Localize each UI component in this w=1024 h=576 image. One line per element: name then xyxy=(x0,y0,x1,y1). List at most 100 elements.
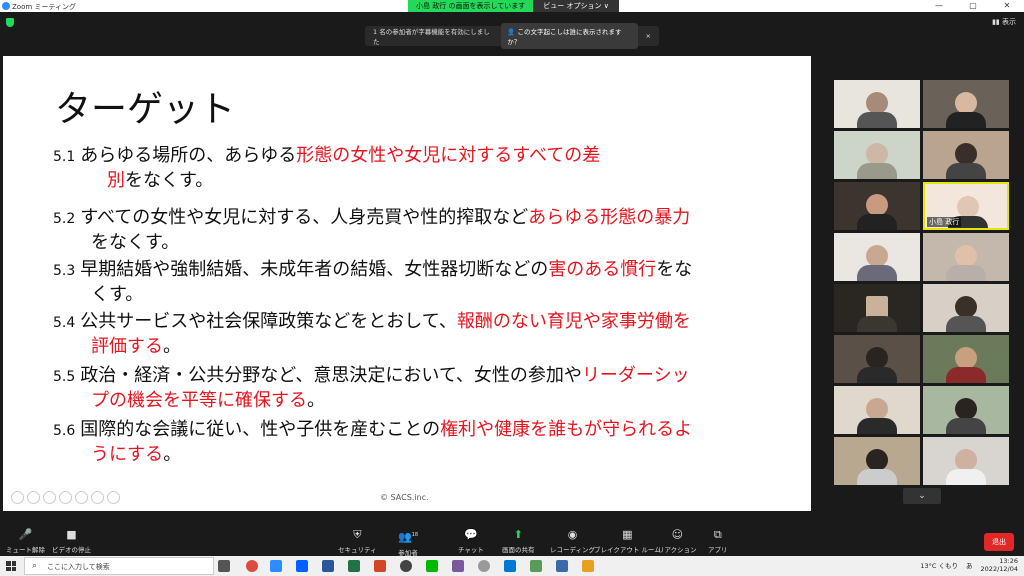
share-screen-button[interactable]: ⬆ 画面の共有 xyxy=(502,528,535,554)
participant-tile[interactable] xyxy=(923,80,1009,128)
record-button[interactable]: ◉ レコーディング xyxy=(550,528,595,554)
zoom-logo-icon xyxy=(2,2,10,10)
participant-tile[interactable] xyxy=(834,335,920,383)
participant-tile[interactable] xyxy=(923,437,1009,485)
item-highlight: 別 xyxy=(107,170,125,191)
item-text: をなくす。 xyxy=(125,170,214,191)
apps-label: アプリ xyxy=(708,546,728,554)
view-button[interactable] xyxy=(59,491,72,504)
clock-date: 2022/12/04 xyxy=(980,565,1018,573)
breakout-rooms-button[interactable]: ▦ ブレイクアウト ルーム xyxy=(594,528,661,554)
participant-tile[interactable] xyxy=(923,335,1009,383)
target-item: 5.2 すべての女性や女児に対する、人身売買や性的搾取などあらゆる形態の暴力 をな… xyxy=(53,206,793,255)
item-text: をな xyxy=(656,259,693,280)
apps-button[interactable]: ⧉ アプリ xyxy=(708,528,728,554)
caption-close-button[interactable]: × xyxy=(646,32,651,40)
app-icon[interactable] xyxy=(530,560,542,572)
dropbox-icon[interactable] xyxy=(296,560,308,572)
ime-indicator[interactable]: あ xyxy=(966,560,973,570)
start-button[interactable] xyxy=(6,561,16,571)
target-item: 5.6 国際的な会議に従い、性や子供を産むことの権利や健康を誰もが守られるよ うに… xyxy=(53,418,793,467)
stop-video-button[interactable]: ■ ビデオの停止 xyxy=(52,528,91,554)
window-controls: — ▢ ✕ xyxy=(922,0,1024,12)
participant-tile[interactable] xyxy=(834,386,920,434)
microphone-muted-icon: 🎤 xyxy=(18,528,33,541)
participant-tile[interactable] xyxy=(923,386,1009,434)
gallery-scroll-down-button[interactable]: ⌄ xyxy=(903,488,941,504)
caption-notice: 1 名の参加者が字幕機能を有効にしました xyxy=(373,28,490,46)
participant-tile[interactable] xyxy=(923,284,1009,332)
app-icon[interactable] xyxy=(478,560,490,572)
system-tray: 13°C くもり あ 13:26 2022/12/04 xyxy=(920,557,1018,573)
powerpoint-icon[interactable] xyxy=(374,560,386,572)
display-button[interactable]: ▮▮ 表示 xyxy=(992,17,1016,27)
shield-icon[interactable] xyxy=(6,18,14,27)
task-view-icon[interactable] xyxy=(218,560,230,572)
item-text: くす。 xyxy=(91,284,144,305)
chat-button[interactable]: 💬 チャット xyxy=(458,528,484,554)
item-number: 5.3 xyxy=(53,263,76,279)
item-text: をなくす。 xyxy=(91,232,180,253)
target-item: 5.5 政治・経済・公共分野など、意思決定において、女性の参加やリーダーシッ プの… xyxy=(53,364,793,413)
reactions-button[interactable]: ☺ リアクション xyxy=(658,528,697,554)
participant-tile[interactable] xyxy=(834,131,920,179)
minimize-button[interactable]: — xyxy=(922,0,956,12)
participant-tile[interactable] xyxy=(834,182,920,230)
participant-tile[interactable] xyxy=(834,284,920,332)
zoom-button[interactable] xyxy=(75,491,88,504)
chat-label: チャット xyxy=(458,546,484,554)
weather[interactable]: 13°C くもり xyxy=(920,560,958,570)
line-icon[interactable] xyxy=(426,560,438,572)
participant-tile[interactable] xyxy=(923,233,1009,281)
participants-button[interactable]: 👥18 参加者 xyxy=(398,528,418,557)
security-button[interactable]: ⛨ セキュリティ xyxy=(338,528,377,554)
share-screen-icon: ⬆ xyxy=(513,528,523,541)
app-icon[interactable] xyxy=(400,560,412,572)
target-item: 5.4 公共サービスや社会保障政策などをとおして、報酬のない育児や家事労働を 評価… xyxy=(53,310,793,359)
app-icon[interactable] xyxy=(556,560,568,572)
taskbar-search-box[interactable]: ⌕ ここに入力して検索 xyxy=(24,557,214,575)
participant-tile[interactable] xyxy=(834,233,920,281)
zoom-app-icon[interactable] xyxy=(270,560,282,572)
chrome-icon[interactable] xyxy=(246,560,258,572)
reactions-label: リアクション xyxy=(658,546,697,554)
item-highlight: リーダーシッ xyxy=(581,365,690,386)
share-banner: 小島 政行 の画面を表示しています ビュー オプション ∨ xyxy=(408,0,619,12)
unmute-button[interactable]: 🎤 ミュート解除 xyxy=(6,528,45,554)
file-explorer-icon[interactable] xyxy=(582,560,594,572)
prev-slide-button[interactable] xyxy=(11,491,24,504)
security-label: セキュリティ xyxy=(338,546,377,554)
participant-tile-active[interactable]: 小島 政行 xyxy=(923,182,1009,230)
subtitle-button[interactable] xyxy=(91,491,104,504)
search-icon: ⌕ xyxy=(32,561,38,571)
participant-tile[interactable] xyxy=(923,131,1009,179)
caption-visibility-button[interactable]: 👤 この文字起こしは誰に表示されますか？ xyxy=(501,23,638,49)
target-item: 5.1 あらゆる場所の、あらゆる形態の女性や女児に対するすべての差 別をなくす。 xyxy=(53,144,793,193)
caption-notification: 1 名の参加者が字幕機能を有効にしました 👤 この文字起こしは誰に表示されますか… xyxy=(365,23,659,49)
close-button[interactable]: ✕ xyxy=(990,0,1024,12)
stop-video-label: ビデオの停止 xyxy=(52,546,91,554)
view-options-button[interactable]: ビュー オプション ∨ xyxy=(533,0,619,12)
more-button[interactable] xyxy=(107,491,120,504)
participant-tile[interactable] xyxy=(834,80,920,128)
clock[interactable]: 13:26 2022/12/04 xyxy=(981,557,1018,573)
leave-button[interactable]: 退出 xyxy=(984,533,1014,551)
item-text: 。 xyxy=(163,444,182,465)
item-number: 5.5 xyxy=(53,369,76,385)
word-icon[interactable] xyxy=(322,560,334,572)
participant-tile[interactable] xyxy=(834,437,920,485)
edge-icon[interactable] xyxy=(504,560,516,572)
maximize-button[interactable]: ▢ xyxy=(956,0,990,12)
target-item: 5.3 早期結婚や強制結婚、未成年者の結婚、女性器切断などの害のある慣行をな くす… xyxy=(53,258,793,307)
pen-tool-button[interactable] xyxy=(43,491,56,504)
item-text: 早期結婚や強制結婚、未成年者の結婚、女性器切断などの xyxy=(80,259,549,280)
item-text: すべての女性や女児に対する、人身売買や性的搾取など xyxy=(80,207,529,228)
item-text: 。 xyxy=(307,390,325,411)
excel-icon[interactable] xyxy=(348,560,360,572)
windows-taskbar: ⌕ ここに入力して検索 13°C くもり あ 13:26 2022/12/04 xyxy=(0,556,1024,576)
item-text: あらゆる場所の、あらゆる xyxy=(80,145,297,166)
next-slide-button[interactable] xyxy=(27,491,40,504)
item-highlight: 形態の女性や女児に対するすべての差 xyxy=(296,145,601,166)
app-icon[interactable] xyxy=(452,560,464,572)
item-text: 公共サービスや社会保障政策などをとおして、 xyxy=(80,311,457,332)
